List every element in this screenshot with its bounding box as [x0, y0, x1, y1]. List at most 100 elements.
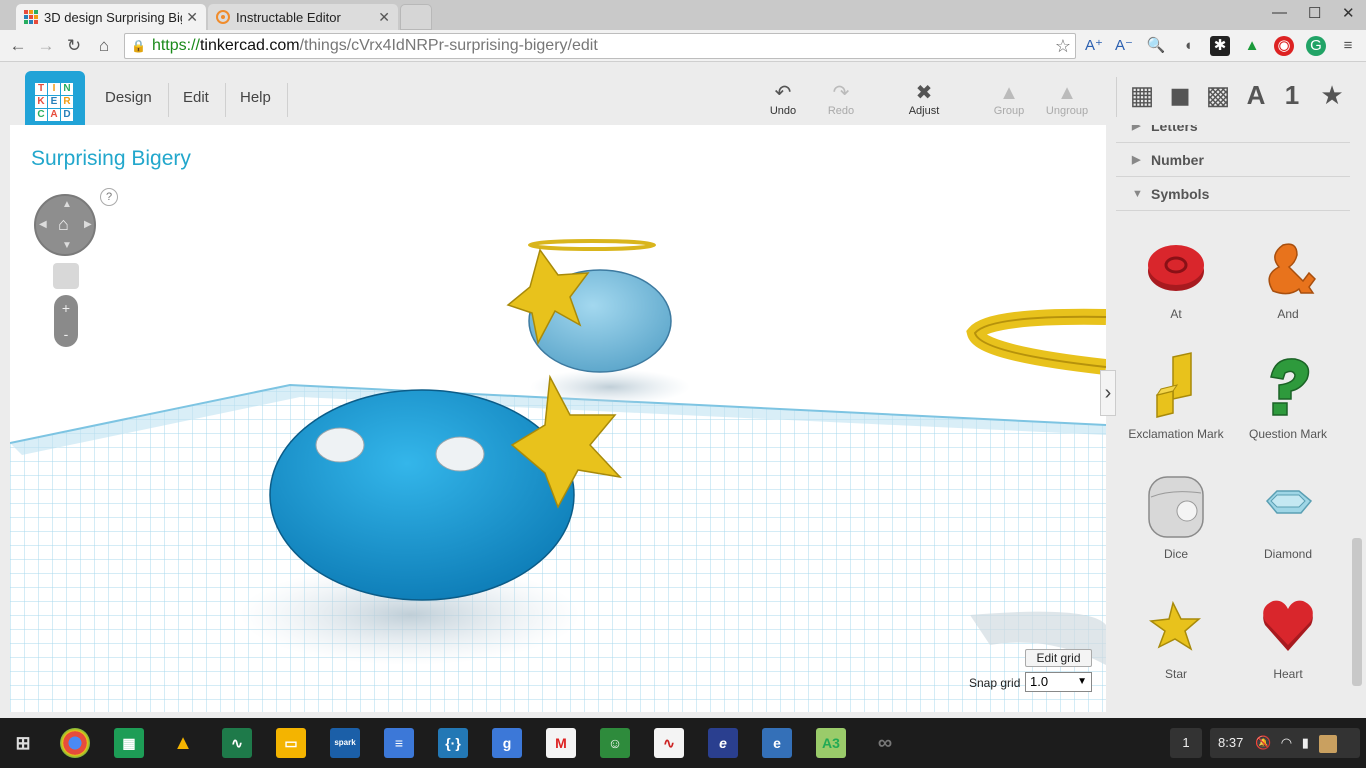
pan-right-icon[interactable]: ▶ [84, 219, 92, 230]
gmail-icon[interactable]: M [546, 728, 576, 758]
reload-icon[interactable]: ↻ [62, 34, 86, 58]
numbers-icon[interactable]: 1 [1276, 79, 1308, 111]
drive-icon[interactable]: ▲ [168, 728, 198, 758]
letters-icon[interactable]: A [1240, 79, 1272, 111]
home-icon[interactable]: ⌂ [92, 34, 116, 58]
menu-help[interactable]: Help [240, 89, 271, 106]
equation-icon[interactable]: e [708, 728, 738, 758]
speech-icon[interactable]: ◖ [1178, 36, 1198, 56]
scene-3d [10, 239, 1106, 712]
infinity-icon[interactable]: ∞ [870, 728, 900, 758]
edit-grid-button[interactable]: Edit grid [1025, 649, 1092, 667]
workplane-canvas[interactable]: Surprising Bigery ▲ ▼ ◀ ▶ ⌂ ? + - Edit g… [10, 125, 1106, 712]
address-bar[interactable]: 🔒 https:// tinkercad.com /things/cVrx4Id… [124, 33, 1076, 59]
google-search-icon[interactable]: g [492, 728, 522, 758]
font-increase-icon[interactable]: A⁺ [1084, 36, 1104, 56]
shape-star[interactable]: Star [1120, 591, 1232, 711]
code-icon[interactable]: {·} [438, 728, 468, 758]
undo-label: Undo [769, 105, 797, 117]
minimize-icon[interactable]: — [1272, 4, 1287, 21]
wire-cube-icon[interactable]: ▩ [1202, 79, 1234, 111]
view-cube-icon[interactable] [53, 263, 79, 289]
back-icon[interactable]: ← [6, 34, 30, 58]
logo-letter: K [35, 96, 47, 108]
logo-letter: C [35, 109, 47, 121]
zoom-control: + - [54, 295, 78, 347]
app-launcher-icon[interactable]: ⊞ [8, 728, 38, 758]
classroom-chart-icon[interactable]: ∿ [222, 728, 252, 758]
pan-up-icon[interactable]: ▲ [62, 199, 72, 210]
close-icon[interactable]: ✕ [378, 9, 390, 26]
grammarly-icon[interactable]: G [1306, 36, 1326, 56]
tab-3d-design[interactable]: 3D design Surprising Big ✕ [16, 4, 206, 30]
shape-exclamation-mark[interactable]: Exclamation Mark [1120, 351, 1232, 471]
ampersand-icon [1268, 243, 1316, 295]
tinkercad-logo[interactable]: T I N K E R C A D [25, 71, 85, 131]
slides-icon[interactable]: ▭ [276, 728, 306, 758]
shape-diamond[interactable]: Diamond [1232, 471, 1344, 591]
bookmark-star-icon[interactable]: ☆ [1055, 36, 1071, 57]
grid-view-icon[interactable]: ▦ [1126, 79, 1158, 111]
docs-icon[interactable]: ≡ [384, 728, 414, 758]
group-button[interactable]: ▲ Group [984, 81, 1034, 117]
spark-icon[interactable]: spark [330, 728, 360, 758]
logo-letter: D [61, 109, 73, 121]
instructables-favicon-icon [216, 10, 230, 24]
undo-button[interactable]: ↶ Undo [758, 81, 808, 117]
favorites-star-icon[interactable]: ★ [1316, 79, 1348, 111]
design-title[interactable]: Surprising Bigery [31, 147, 191, 171]
system-tray[interactable]: 8:37 🔕 ◠ ▮ [1210, 728, 1360, 758]
workspace-indicator[interactable]: 1 [1170, 728, 1202, 758]
section-symbols[interactable]: ▼ Symbols [1116, 177, 1350, 211]
snap-grid-select[interactable]: 1.0 ▼ [1025, 672, 1092, 692]
menu-edit[interactable]: Edit [183, 89, 209, 106]
extension-icon[interactable]: ✱ [1210, 36, 1230, 56]
a3-icon[interactable]: A3 [816, 728, 846, 758]
pan-down-icon[interactable]: ▼ [62, 240, 72, 251]
home-view-icon[interactable]: ⌂ [58, 214, 69, 235]
desmos-icon[interactable]: ∿ [654, 728, 684, 758]
font-decrease-icon[interactable]: A⁻ [1114, 36, 1134, 56]
chrome-icon[interactable] [60, 728, 90, 758]
shape-dice[interactable]: Dice [1120, 471, 1232, 591]
menu-icon[interactable]: ≡ [1338, 36, 1358, 56]
classroom-icon[interactable]: ☺ [600, 728, 630, 758]
new-tab-button[interactable] [400, 4, 432, 30]
zoom-icon[interactable]: 🔍 [1146, 36, 1166, 56]
maximize-icon[interactable]: ☐ [1308, 4, 1321, 22]
shape-question-mark[interactable]: Question Mark [1232, 351, 1344, 471]
sheets-icon[interactable]: ▦ [114, 728, 144, 758]
ungroup-button[interactable]: ▲ Ungroup [1042, 81, 1092, 117]
drive-icon[interactable]: ▲ [1242, 36, 1262, 56]
forward-icon[interactable]: → [34, 34, 58, 58]
zoom-in-button[interactable]: + [54, 295, 78, 321]
view-navigation-pad[interactable]: ▲ ▼ ◀ ▶ ⌂ [34, 194, 96, 256]
block-icon[interactable]: ◉ [1274, 36, 1294, 56]
help-icon[interactable]: ? [100, 188, 118, 206]
notifications-off-icon: 🔕 [1254, 735, 1272, 750]
toolbar-divider [1116, 77, 1117, 117]
solid-cube-icon[interactable]: ◼ [1164, 79, 1196, 111]
halo-ring [528, 239, 656, 251]
section-letters[interactable]: ▶ Letters [1116, 125, 1350, 143]
question-mark-icon [1270, 358, 1310, 416]
pan-left-icon[interactable]: ◀ [39, 219, 47, 230]
edu-icon[interactable]: e [762, 728, 792, 758]
sidebar-scrollbar[interactable] [1352, 538, 1362, 686]
shape-and[interactable]: And [1232, 231, 1344, 351]
section-number[interactable]: ▶ Number [1116, 143, 1350, 177]
redo-button[interactable]: ↷ Redo [816, 81, 866, 117]
shape-heart[interactable]: Heart [1232, 591, 1344, 711]
shape-at[interactable]: At [1120, 231, 1232, 351]
shapes-sidebar: ▶ Letters ▶ Number ▼ Symbols At And Excl… [1116, 125, 1366, 715]
collapse-panel-button[interactable]: › [1100, 370, 1116, 416]
group-icon: ▲ [999, 82, 1019, 104]
close-icon[interactable]: ✕ [186, 9, 198, 26]
expand-triangle-icon: ▶ [1132, 125, 1141, 132]
tab-instructable-editor[interactable]: Instructable Editor ✕ [208, 4, 398, 30]
adjust-button[interactable]: ✖ Adjust [899, 81, 949, 117]
close-window-icon[interactable]: ✕ [1342, 4, 1355, 22]
menu-design[interactable]: Design [105, 89, 152, 106]
zoom-out-button[interactable]: - [54, 321, 78, 347]
logo-letter: R [61, 96, 73, 108]
